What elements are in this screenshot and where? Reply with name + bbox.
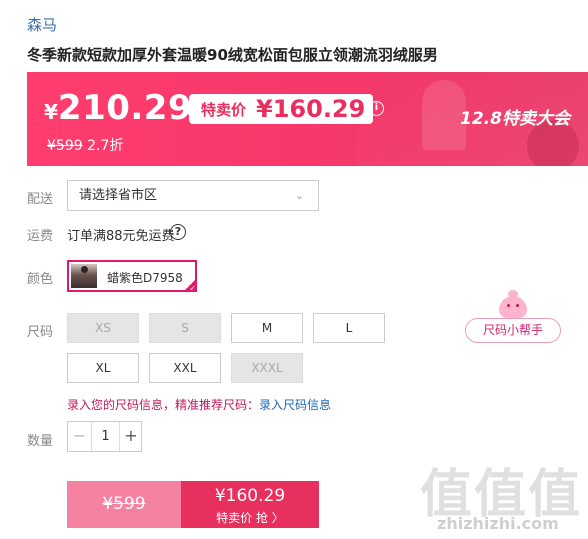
size-note-text: 录入您的尺码信息，精准推荐尺码：: [67, 398, 260, 412]
size-option-xxxl: XXXL: [231, 353, 303, 383]
quantity-stepper: − 1 +: [67, 421, 142, 452]
original-price-line: ¥599 2.7折: [47, 135, 123, 155]
size-helper-button[interactable]: 尺码小帮手: [465, 318, 561, 343]
currency-symbol: ¥: [44, 100, 58, 124]
size-record-link[interactable]: 录入尺码信息: [259, 398, 331, 412]
size-option-m[interactable]: M: [231, 313, 303, 343]
original-price: ¥599: [47, 138, 83, 154]
delivery-label: 配送: [27, 192, 54, 207]
color-option-selected[interactable]: 蜡紫色D7958 ✓: [67, 260, 197, 292]
sale-price-label: 特卖价: [201, 100, 247, 119]
brand-name[interactable]: 森马: [27, 14, 57, 35]
watermark-url: zhizhizhi.com: [437, 514, 559, 533]
size-option-xl[interactable]: XL: [67, 353, 139, 383]
current-price: ¥210.29: [44, 88, 192, 128]
mascot-icon: [499, 290, 527, 318]
buy-now-price: ¥160.29: [214, 486, 286, 506]
shipping-info: 订单满88元免运费: [67, 229, 175, 244]
sale-price-value: ¥160.29: [256, 95, 366, 123]
original-price-button[interactable]: ¥599: [67, 481, 181, 528]
color-option-label: 蜡紫色D7958: [107, 271, 183, 285]
region-select[interactable]: 请选择省市区 ⌄: [67, 180, 319, 211]
info-icon[interactable]: i: [369, 101, 384, 116]
size-option-xs: XS: [67, 313, 139, 343]
price-banner: ¥210.29 特卖价 ¥160.29 i ¥599 2.7折 12.8特卖大会: [27, 72, 588, 166]
price-value: 210.29: [57, 88, 193, 128]
buy-now-button[interactable]: ¥160.29 特卖价 抢 〉: [181, 481, 319, 528]
size-recommend-note: 录入您的尺码信息，精准推荐尺码：录入尺码信息: [67, 396, 331, 413]
size-option-xxl[interactable]: XXL: [149, 353, 221, 383]
buy-now-label: 特卖价 抢 〉: [216, 511, 284, 525]
region-placeholder: 请选择省市区: [79, 188, 158, 203]
size-option-l[interactable]: L: [313, 313, 385, 343]
size-label: 尺码: [27, 325, 54, 340]
sale-price-tag: 特卖价 ¥160.29: [181, 94, 374, 124]
event-title: 12.8特卖大会: [460, 109, 570, 129]
color-label: 颜色: [27, 272, 54, 287]
quantity-input[interactable]: 1: [91, 422, 120, 451]
color-thumbnail: [71, 264, 97, 288]
discount-rate: 2.7折: [87, 138, 124, 154]
decrease-button[interactable]: −: [68, 422, 91, 451]
product-title: 冬季新款短款加厚外套温暖90绒宽松面包服立领潮流羽绒服男: [27, 46, 438, 64]
shipping-label: 运费: [27, 229, 54, 244]
quantity-label: 数量: [27, 434, 54, 449]
help-icon[interactable]: ?: [170, 224, 186, 240]
increase-button[interactable]: +: [120, 422, 142, 451]
check-icon: ✓: [183, 278, 195, 290]
size-option-s: S: [149, 313, 221, 343]
chevron-down-icon: ⌄: [294, 189, 304, 202]
